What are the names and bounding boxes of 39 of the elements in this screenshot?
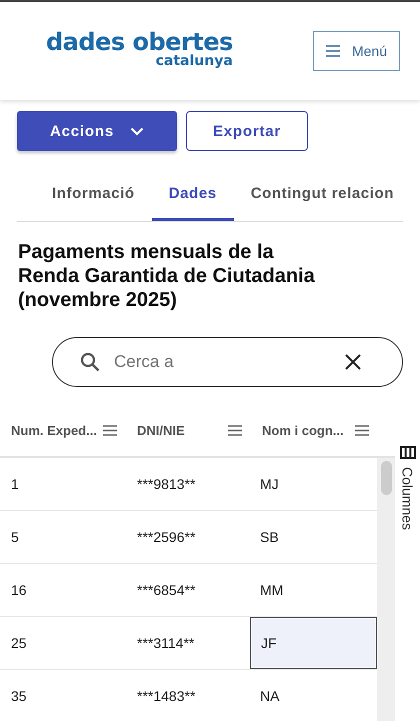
tab[interactable]: Contingut relacion	[234, 173, 403, 221]
table-cell-text: ***9813**	[136, 475, 196, 494]
scrollbar[interactable]	[377, 458, 395, 721]
tab[interactable]: Informació	[35, 173, 152, 221]
table-cell: JF	[250, 617, 377, 669]
table-cell-text: ***1483**	[136, 687, 196, 706]
actions-button[interactable]: Accions	[17, 111, 177, 151]
column-menu-icon[interactable]	[355, 424, 369, 436]
table-cell-text: 1	[10, 475, 20, 494]
column-header[interactable]: Num. Exped...	[11, 422, 97, 438]
table-cell-text: ***3114**	[136, 634, 196, 653]
table-cell-text: 16	[10, 581, 28, 600]
table-cell-text: ***6854**	[136, 581, 196, 600]
scrollbar-thumb[interactable]	[380, 461, 392, 495]
tab[interactable]: Dades	[152, 173, 234, 221]
table-cell-text: 5	[10, 528, 20, 547]
table-cell-text: MJ	[259, 475, 280, 494]
table-cell-text: 25	[10, 634, 28, 653]
export-button[interactable]: Exportar	[186, 111, 308, 151]
column-header[interactable]: DNI/NIE	[137, 422, 185, 438]
table-cell-text: ***2596**	[136, 528, 196, 547]
menu-icon	[326, 45, 340, 57]
column-menu-icon[interactable]	[103, 424, 117, 436]
table-cell-text: SB	[259, 528, 280, 547]
columns-icon[interactable]	[400, 446, 416, 459]
column-menu-icon[interactable]	[228, 424, 242, 436]
table-cell-text: MM	[259, 581, 284, 600]
logo-subtitle[interactable]: catalunya	[156, 54, 233, 68]
dataset-title: Pagaments mensuals de la Renda Garantida de Ciutadania (novembre 2025)	[18, 240, 316, 312]
table-cell-text: NA	[259, 687, 280, 706]
column-header[interactable]: Nom i cogn...	[262, 422, 344, 438]
logo-title[interactable]: dades obertes	[46, 30, 233, 54]
table-cell-text: 35	[10, 687, 28, 706]
close-icon[interactable]	[345, 354, 361, 370]
menu-button[interactable]: Menú	[313, 31, 400, 71]
chevron-down-icon	[130, 126, 144, 136]
search-field[interactable]: Cerca a	[52, 337, 403, 387]
search-icon	[80, 352, 100, 372]
columns-panel-tab[interactable]: Columnes	[400, 467, 416, 530]
